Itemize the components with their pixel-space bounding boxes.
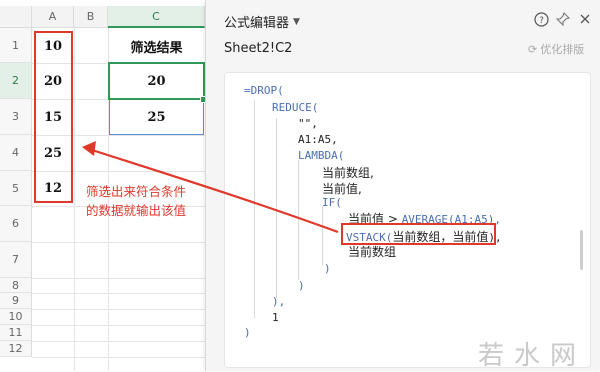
indent-guide bbox=[276, 118, 277, 298]
row-header-8[interactable]: 8 bbox=[0, 278, 32, 293]
help-icon[interactable]: ? bbox=[532, 10, 550, 28]
indent-guide bbox=[322, 206, 323, 266]
watermark-logo: 若水网 bbox=[478, 341, 587, 371]
row-header-1[interactable]: 1 bbox=[0, 28, 32, 63]
column-header-a[interactable]: A bbox=[32, 6, 74, 28]
indent-guide bbox=[298, 160, 299, 280]
code-line-16: ) bbox=[244, 326, 251, 339]
editor-scrollbar[interactable] bbox=[580, 230, 583, 270]
indent-guide bbox=[254, 100, 255, 318]
optimize-layout-label: 优化排版 bbox=[540, 43, 585, 56]
code-line-15: 1 bbox=[272, 311, 279, 324]
annotation-text: 筛选出来符合条件 的数据就输出该值 bbox=[86, 182, 186, 220]
row-header-9[interactable]: 9 bbox=[0, 293, 32, 309]
gridline bbox=[32, 278, 205, 279]
code-line-5: LAMBDA( bbox=[298, 149, 345, 162]
row-header-10[interactable]: 10 bbox=[0, 309, 32, 325]
row-header-12[interactable]: 12 bbox=[0, 341, 32, 357]
refresh-icon: ⟳ bbox=[528, 42, 538, 56]
cell-reference: Sheet2!C2 bbox=[224, 41, 293, 56]
code-line-4: A1:A5, bbox=[298, 133, 338, 146]
formula-editor-panel: 公式编辑器 ▼ ? Sheet2!C2 ⟳ 优化排版 bbox=[205, 0, 600, 371]
code-line-7: 当前值, bbox=[322, 182, 362, 196]
row-header-11[interactable]: 11 bbox=[0, 325, 32, 341]
gridline bbox=[32, 242, 205, 243]
row-header-7[interactable]: 7 bbox=[0, 242, 32, 278]
row-header-3[interactable]: 3 bbox=[0, 99, 32, 135]
select-all-corner[interactable] bbox=[0, 6, 32, 28]
row-header-2[interactable]: 2 bbox=[0, 63, 32, 99]
code-line-6: 当前数组, bbox=[322, 166, 374, 180]
row-header-5[interactable]: 5 bbox=[0, 171, 32, 206]
highlight-box-a1-a5 bbox=[34, 31, 73, 203]
gridline bbox=[32, 293, 205, 294]
svg-text:?: ? bbox=[539, 16, 544, 26]
code-line-2: REDUCE( bbox=[272, 101, 319, 114]
code-line-14: ), bbox=[272, 295, 286, 308]
optimize-layout-button[interactable]: ⟳ 优化排版 bbox=[528, 41, 584, 57]
highlight-box-vstack bbox=[341, 223, 496, 245]
code-line-3: "", bbox=[298, 117, 318, 130]
gridline bbox=[32, 309, 205, 310]
pin-icon[interactable] bbox=[554, 10, 572, 28]
gridline bbox=[32, 325, 205, 326]
formula-editor-title-text: 公式编辑器 bbox=[224, 16, 290, 31]
column-header-b[interactable]: B bbox=[74, 6, 108, 28]
gridline bbox=[32, 341, 205, 342]
code-line-8: IF( bbox=[322, 196, 342, 209]
column-header-c[interactable]: C bbox=[108, 6, 205, 28]
row-header-6[interactable]: 6 bbox=[0, 206, 32, 242]
gridline bbox=[74, 28, 75, 371]
cell-c2[interactable]: 20 bbox=[109, 64, 204, 98]
row-header-4[interactable]: 4 bbox=[0, 135, 32, 171]
chevron-down-icon[interactable]: ▼ bbox=[293, 17, 300, 27]
code-line-11: 当前数组 bbox=[348, 245, 397, 259]
code-line-13: ) bbox=[298, 279, 305, 292]
cell-c1-header[interactable]: 筛选结果 bbox=[109, 30, 204, 62]
code-line-1: =DROP( bbox=[244, 84, 284, 97]
annotation-line-1: 筛选出来符合条件 bbox=[86, 184, 187, 199]
cell-c3[interactable]: 25 bbox=[109, 100, 204, 134]
close-icon[interactable] bbox=[576, 10, 594, 28]
gridline bbox=[32, 357, 205, 358]
code-line-12: ) bbox=[324, 262, 331, 275]
annotation-line-2: 的数据就输出该值 bbox=[86, 203, 187, 218]
formula-editor-title[interactable]: 公式编辑器 ▼ bbox=[224, 12, 300, 31]
